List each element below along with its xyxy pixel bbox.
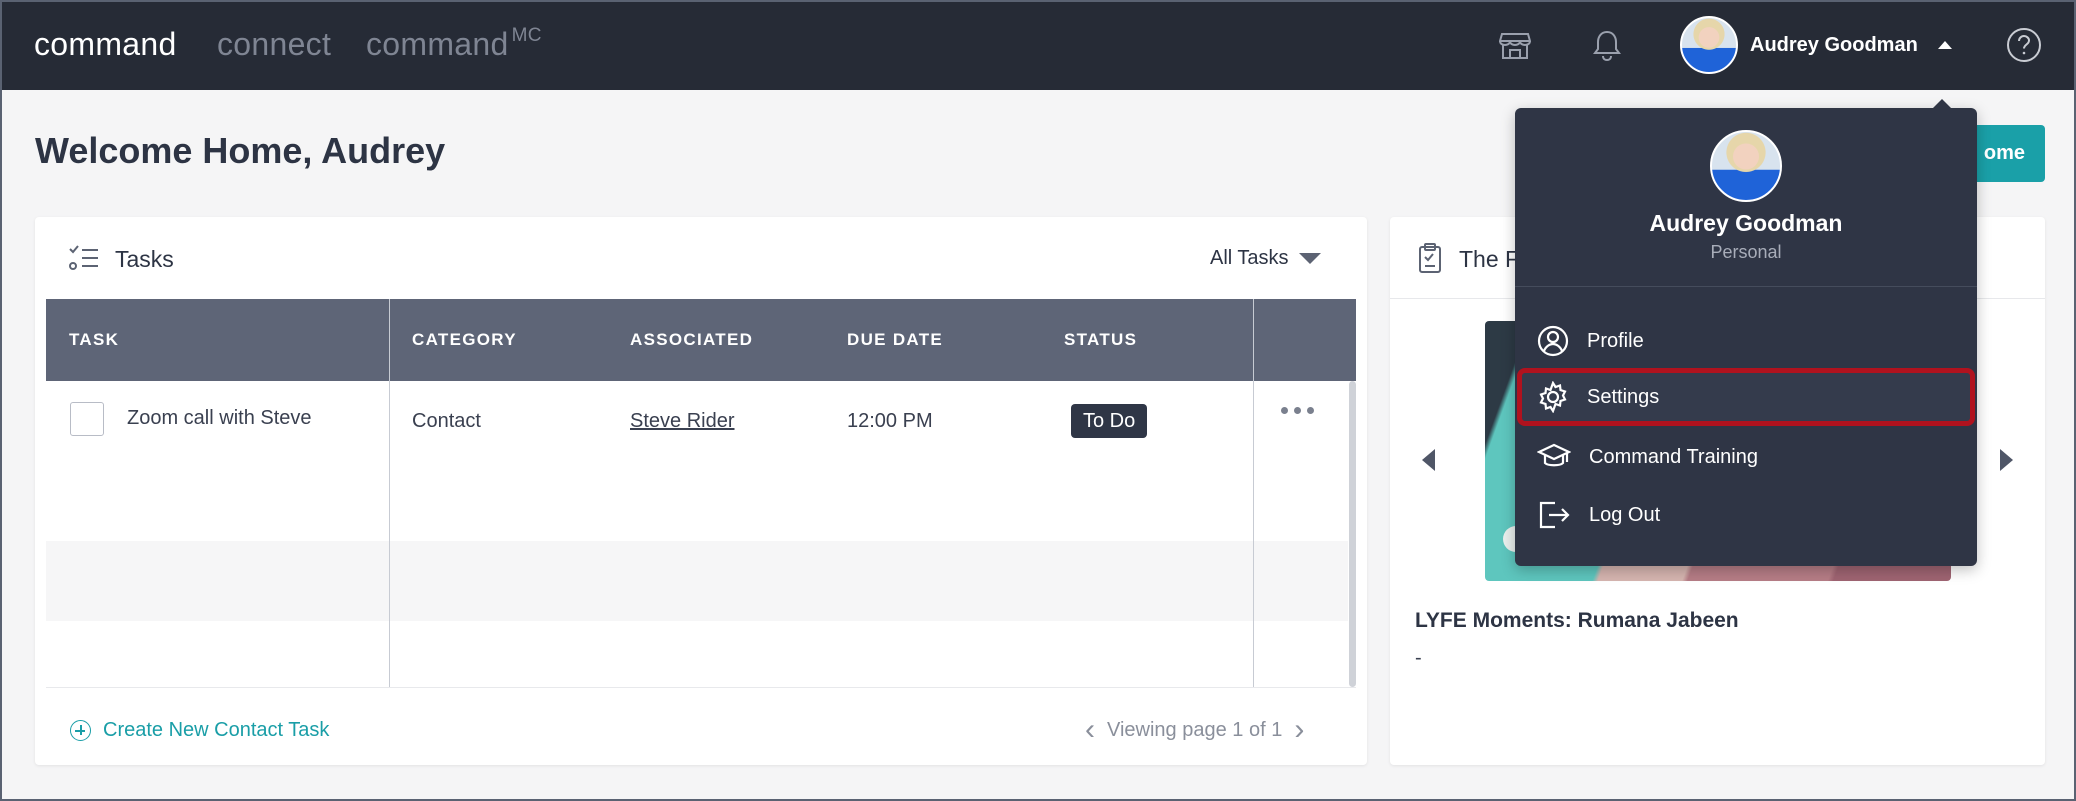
menu-item-log-out[interactable]: Log Out: [1515, 486, 1977, 544]
avatar: [1710, 130, 1782, 202]
table-header: TASK CATEGORY ASSOCIATED DUE DATE STATUS: [46, 299, 1356, 381]
top-navbar: command connect command MC Audrey Goodman: [0, 0, 2076, 90]
storefront-icon: [1499, 33, 1531, 59]
avatar: [1680, 16, 1738, 74]
user-circle-icon: [1537, 325, 1569, 357]
storefront-button[interactable]: [1493, 23, 1537, 67]
news-caption[interactable]: LYFE Moments: Rumana Jabeen: [1415, 609, 1739, 633]
table-scrollbar[interactable]: [1349, 381, 1356, 687]
menu-item-label: Log Out: [1589, 503, 1661, 526]
column-header-due-date[interactable]: DUE DATE: [847, 299, 943, 381]
nav-command-mc-sup: MC: [511, 25, 542, 47]
clipboard-icon: [1419, 243, 1441, 273]
chevron-right-icon[interactable]: ›: [1294, 715, 1304, 745]
notifications-button[interactable]: [1585, 23, 1629, 67]
menu-item-label: Profile: [1587, 329, 1644, 352]
column-divider: [389, 299, 390, 687]
pagination-label: Viewing page 1 of 1: [1107, 718, 1283, 741]
bell-icon: [1593, 30, 1621, 61]
empty-row: [46, 621, 1348, 687]
column-header-associated[interactable]: ASSOCIATED: [630, 299, 753, 381]
column-header-task[interactable]: TASK: [69, 299, 119, 381]
empty-row: [46, 541, 1348, 621]
user-name: Audrey Goodman: [1750, 33, 1918, 56]
task-name: Zoom call with Steve: [127, 407, 312, 429]
news-title: The F: [1459, 246, 1520, 272]
news-subtext: -: [1415, 647, 1422, 669]
user-menu-toggle[interactable]: Audrey Goodman: [1680, 14, 1952, 76]
status-badge: To Do: [1071, 404, 1148, 438]
caret-up-icon: [1937, 41, 1952, 49]
table-row[interactable]: Zoom call with Steve Contact Steve Rider…: [46, 381, 1348, 461]
more-options-icon[interactable]: [1281, 407, 1314, 414]
task-category: Contact: [412, 410, 481, 432]
column-header-status[interactable]: STATUS: [1064, 299, 1137, 381]
dropdown-user-role: Personal: [1710, 242, 1782, 262]
task-filter-dropdown[interactable]: All Tasks: [1210, 247, 1321, 270]
tasks-title: Tasks: [115, 246, 174, 272]
task-due-date: 12:00 PM: [847, 410, 933, 432]
pagination: ‹ Viewing page 1 of 1 ›: [1085, 715, 1304, 745]
nav-command-mc[interactable]: command MC: [366, 25, 542, 63]
help-icon: [2007, 28, 2041, 62]
menu-item-settings[interactable]: Settings: [1517, 368, 1975, 426]
column-header-category[interactable]: CATEGORY: [412, 299, 517, 381]
task-list-icon: [69, 245, 98, 270]
create-task-label: Create New Contact Task: [103, 719, 330, 741]
table-bottom-border: [46, 687, 1356, 688]
carousel-next-icon[interactable]: [2000, 449, 2013, 471]
caret-down-icon: [1298, 253, 1321, 264]
help-button[interactable]: [2002, 23, 2046, 67]
task-filter-label: All Tasks: [1210, 247, 1289, 269]
menu-item-profile[interactable]: Profile: [1515, 312, 1977, 370]
gear-icon: [1539, 381, 1567, 413]
nav-connect[interactable]: connect: [217, 26, 331, 63]
logout-icon: [1539, 501, 1570, 529]
divider: [1515, 286, 1977, 287]
nav-command[interactable]: command: [34, 26, 177, 63]
task-checkbox[interactable]: [70, 402, 104, 436]
menu-item-command-training[interactable]: Command Training: [1515, 428, 1977, 486]
chevron-left-icon[interactable]: ‹: [1085, 715, 1095, 745]
task-associated-link[interactable]: Steve Rider: [630, 410, 735, 433]
create-task-link[interactable]: Create New Contact Task: [70, 719, 329, 742]
menu-item-label: Command Training: [1589, 445, 1758, 468]
nav-command-mc-label: command: [366, 26, 509, 62]
empty-row: [46, 461, 1348, 541]
carousel-prev-icon[interactable]: [1422, 449, 1435, 471]
graduation-cap-icon: [1537, 443, 1571, 467]
user-dropdown-menu: Audrey Goodman Personal Profile Settings…: [1515, 99, 1977, 566]
page-title: Welcome Home, Audrey: [35, 130, 446, 171]
menu-item-label: Settings: [1587, 385, 1660, 408]
column-divider: [1253, 299, 1254, 687]
dropdown-user-name: Audrey Goodman: [1649, 210, 1843, 236]
tasks-card: Tasks All Tasks TASK CATEGORY ASSOCIATED…: [35, 217, 1367, 765]
plus-circle-icon: [70, 720, 91, 741]
